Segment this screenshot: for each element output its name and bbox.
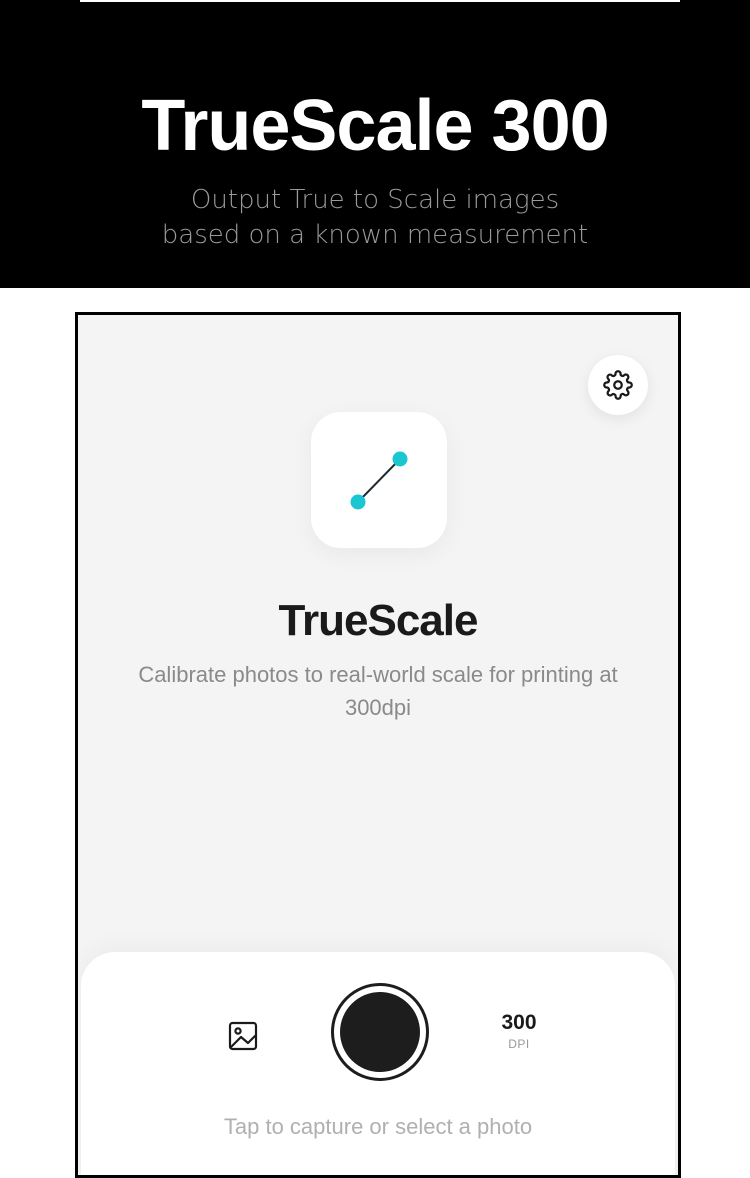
app-name: TrueScale <box>278 596 479 645</box>
measure-line-icon <box>350 451 408 510</box>
app-description: Calibrate photos to real-world scale for… <box>138 662 618 720</box>
image-icon <box>228 1021 258 1051</box>
banner-divider <box>80 0 680 2</box>
dpi-value[interactable]: 300 <box>489 1010 549 1036</box>
capture-button[interactable] <box>331 983 429 1081</box>
capture-hint: Tap to capture or select a photo <box>223 1114 533 1139</box>
dpi-label: DPI <box>508 1037 530 1051</box>
banner-title: TrueScale 300 <box>141 86 609 166</box>
gear-icon <box>603 370 633 400</box>
settings-button[interactable] <box>588 355 648 415</box>
app-logo <box>311 412 447 548</box>
gallery-button[interactable] <box>221 1014 265 1058</box>
banner-subtitle-line-2: based on a known measurement <box>161 220 589 250</box>
capture-icon <box>340 992 420 1072</box>
capture-panel: 300 DPI Tap to capture or select a photo <box>81 952 675 1175</box>
phone-screen: TrueScale Calibrate photos to real-world… <box>75 312 681 1178</box>
banner-subtitle-line-1: Output True to Scale images <box>190 185 560 215</box>
promo-banner: TrueScale 300 Output True to Scale image… <box>0 0 750 288</box>
